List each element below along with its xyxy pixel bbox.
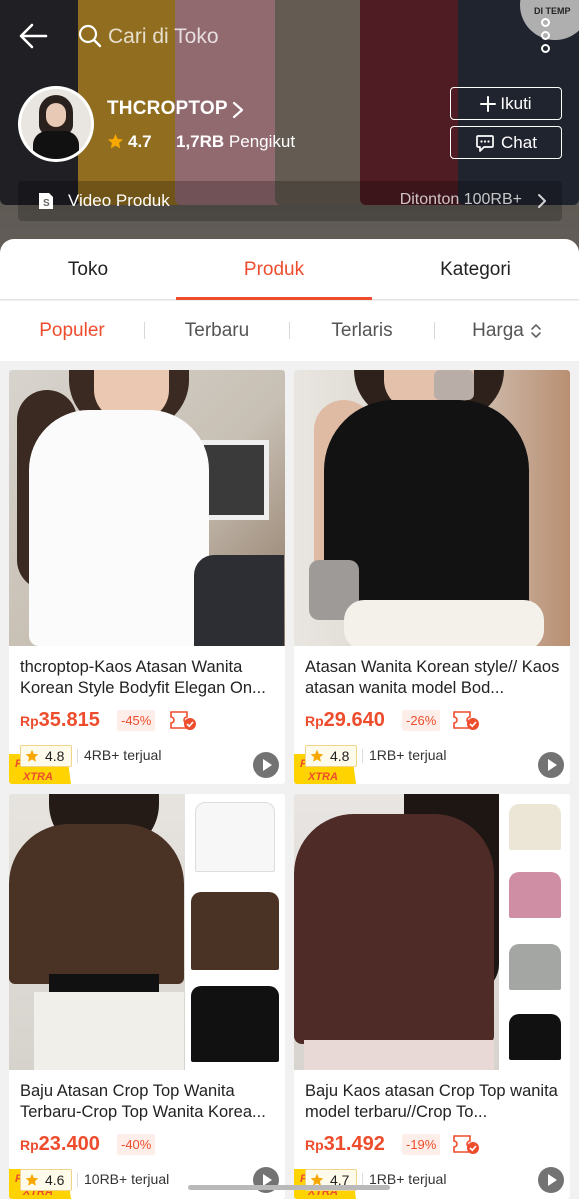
avatar[interactable] <box>18 86 94 162</box>
search-icon <box>78 24 102 48</box>
product-card[interactable]: PROMO XTRA Baju Kaos atasan Crop Top wan… <box>294 794 570 1199</box>
video-product-label: Video Produk <box>68 191 170 210</box>
sort-filters: Populer Terbaru Terlaris Harga <box>0 301 579 361</box>
rating-badge: 4.8 <box>20 745 72 767</box>
svg-text:XTRA: XTRA <box>307 771 338 783</box>
tab-toko[interactable]: Toko <box>0 239 176 300</box>
shop-followers: 1,7RB Pengikut <box>176 132 296 151</box>
sold-count: 1RB+ terjual <box>369 747 447 763</box>
voucher-icon <box>453 711 479 730</box>
product-price: Rp29.640 <box>305 709 385 731</box>
follow-button[interactable]: Ikuti <box>450 87 562 120</box>
search-input[interactable]: Cari di Toko <box>70 16 510 56</box>
sold-count: 4RB+ terjual <box>84 747 162 763</box>
product-image <box>9 370 285 646</box>
chevron-right-icon[interactable] <box>230 100 246 120</box>
shop-name[interactable]: THCROPTOP <box>107 98 228 120</box>
discount-badge: -19% <box>402 1134 441 1155</box>
filter-terbaru[interactable]: Terbaru <box>145 301 289 361</box>
rating-badge: 4.6 <box>20 1169 72 1191</box>
product-title: thcroptop-Kaos Atasan Wanita Korean Styl… <box>20 658 266 697</box>
search-placeholder: Cari di Toko <box>108 25 219 48</box>
product-title: Baju Kaos atasan Crop Top wanita model t… <box>305 1082 558 1121</box>
video-play-icon <box>538 752 564 778</box>
chevron-right-icon <box>538 194 546 208</box>
sold-count: 10RB+ terjual <box>84 1171 170 1187</box>
discount-badge: -45% <box>117 710 156 731</box>
product-card[interactable]: PROMO XTRA Baju Atasan Crop Top Wanita T… <box>9 794 285 1199</box>
back-arrow-icon[interactable] <box>16 18 52 54</box>
product-card[interactable]: PROMO XTRA Atasan Wanita Korean style// … <box>294 370 570 784</box>
chat-button[interactable]: Chat <box>450 126 562 159</box>
avatar-image <box>21 89 91 159</box>
star-icon <box>25 1173 39 1186</box>
tab-kategori[interactable]: Kategori <box>372 239 579 300</box>
filter-harga[interactable]: Harga <box>435 301 579 361</box>
home-indicator[interactable] <box>188 1185 390 1190</box>
product-price: Rp35.815 <box>20 709 100 731</box>
filter-terlaris[interactable]: Terlaris <box>290 301 434 361</box>
chat-bubble-icon <box>476 134 494 152</box>
voucher-icon <box>170 711 196 730</box>
video-play-icon <box>538 1167 564 1193</box>
star-icon <box>25 749 39 762</box>
discount-badge: -26% <box>402 710 441 731</box>
shop-header: DI TEMP Cari di Toko THCROPTOP 4.7 1,7RB… <box>0 0 579 262</box>
video-views: Ditonton 100RB+ <box>399 191 522 208</box>
voucher-icon <box>453 1135 479 1154</box>
tab-produk[interactable]: Produk <box>176 239 372 300</box>
product-title: Atasan Wanita Korean style// Kaos atasan… <box>305 658 560 697</box>
shop-rating: 4.7 <box>128 132 152 151</box>
product-card[interactable]: PROMO XTRA thcroptop-Kaos Atasan Wanita … <box>9 370 285 784</box>
shop-tabs: Toko Produk Kategori <box>0 239 579 300</box>
star-icon <box>107 133 124 149</box>
sort-arrows-icon <box>531 324 541 338</box>
product-price: Rp23.400 <box>20 1133 100 1155</box>
video-product-bar[interactable]: S Video Produk Ditonton 100RB+ <box>18 181 562 221</box>
plus-icon <box>480 95 497 112</box>
svg-text:S: S <box>43 198 50 209</box>
video-play-icon <box>253 752 279 778</box>
discount-badge: -40% <box>117 1134 156 1155</box>
active-tab-indicator <box>176 297 372 300</box>
product-price: Rp31.492 <box>305 1133 385 1155</box>
product-image <box>9 794 285 1070</box>
product-title: Baju Atasan Crop Top Wanita Terbaru-Crop… <box>20 1082 266 1121</box>
video-play-icon: S <box>39 193 53 209</box>
more-options-icon[interactable] <box>532 18 560 54</box>
svg-text:XTRA: XTRA <box>22 771 53 783</box>
filter-populer[interactable]: Populer <box>0 301 144 361</box>
product-image <box>294 370 570 646</box>
product-image <box>294 794 570 1070</box>
star-icon <box>310 749 324 762</box>
rating-badge: 4.8 <box>305 745 357 767</box>
